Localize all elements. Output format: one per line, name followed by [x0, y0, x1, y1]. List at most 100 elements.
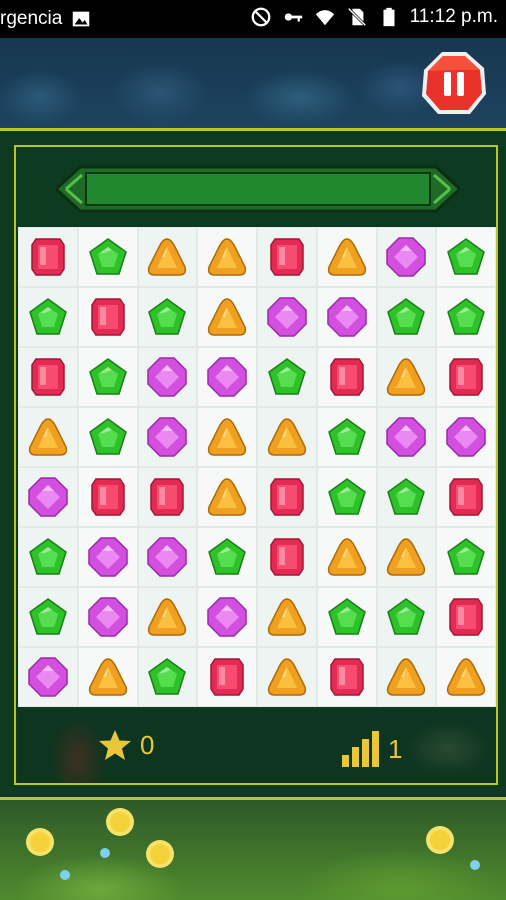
gem-cell[interactable] [18, 347, 78, 407]
gem-cell[interactable] [436, 227, 496, 287]
green-gem-icon [327, 598, 366, 635]
gem-cell[interactable] [436, 407, 496, 467]
gem-cell[interactable] [137, 407, 198, 467]
gem-cell[interactable] [197, 227, 257, 287]
gem-cell[interactable] [77, 287, 138, 347]
purple-gem-icon [147, 417, 188, 457]
gem-cell[interactable] [197, 467, 257, 527]
gem-cell[interactable] [77, 407, 138, 467]
gem-cell[interactable] [18, 287, 78, 347]
gem-cell[interactable] [197, 647, 257, 707]
green-gem-icon [88, 238, 127, 275]
gem-cell[interactable] [316, 467, 377, 527]
battery-icon [383, 7, 395, 27]
gem-cell[interactable] [77, 527, 138, 587]
status-left: rgencia [0, 8, 92, 30]
gem-cell[interactable] [197, 347, 257, 407]
gem-cell[interactable] [77, 227, 138, 287]
gem-cell[interactable] [376, 587, 437, 647]
gem-cell[interactable] [257, 587, 317, 647]
gem-cell[interactable] [376, 227, 437, 287]
red-gem-icon [449, 598, 483, 636]
gem-cell[interactable] [18, 527, 78, 587]
gem-cell[interactable] [376, 407, 437, 467]
gem-cell[interactable] [77, 587, 138, 647]
gem-cell[interactable] [316, 347, 377, 407]
gem-cell[interactable] [436, 287, 496, 347]
gem-cell[interactable] [436, 347, 496, 407]
gem-cell[interactable] [257, 647, 317, 707]
gem-cell[interactable] [376, 527, 437, 587]
gem-cell[interactable] [77, 347, 138, 407]
purple-gem-icon [326, 297, 367, 337]
green-gem-icon [327, 418, 366, 455]
gem-cell[interactable] [257, 227, 317, 287]
gem-cell[interactable] [436, 527, 496, 587]
orange-gem-icon [387, 658, 426, 696]
gem-cell[interactable] [77, 647, 138, 707]
gem-cell[interactable] [137, 347, 198, 407]
red-gem-icon [329, 658, 364, 696]
gem-cell[interactable] [316, 647, 377, 707]
green-gem-icon [447, 298, 486, 335]
inner-frame: 0 1 [14, 145, 498, 785]
gem-cell[interactable] [436, 647, 496, 707]
red-gem-icon [270, 538, 304, 576]
pause-button[interactable] [420, 50, 488, 118]
gem-cell[interactable] [316, 587, 377, 647]
gem-cell[interactable] [376, 647, 437, 707]
gem-cell[interactable] [257, 527, 317, 587]
gem-cell[interactable] [137, 647, 198, 707]
gem-cell[interactable] [316, 407, 377, 467]
gem-cell[interactable] [257, 407, 317, 467]
gem-cell[interactable] [257, 467, 317, 527]
gem-cell[interactable] [197, 407, 257, 467]
gem-cell[interactable] [18, 467, 78, 527]
gem-cell[interactable] [197, 587, 257, 647]
flower-decoration [430, 830, 450, 850]
purple-gem-icon [207, 357, 247, 397]
orange-gem-icon [208, 238, 247, 276]
gem-cell[interactable] [316, 527, 377, 587]
gem-cell[interactable] [316, 227, 377, 287]
green-gem-icon [447, 238, 486, 275]
gem-cell[interactable] [137, 467, 198, 527]
gem-cell[interactable] [257, 287, 317, 347]
gem-cell[interactable] [137, 587, 198, 647]
orange-gem-icon [208, 418, 247, 456]
orange-gem-icon [267, 658, 306, 696]
green-gem-icon [387, 598, 426, 635]
gem-cell[interactable] [18, 647, 78, 707]
gem-cell[interactable] [137, 527, 198, 587]
gem-cell[interactable] [436, 587, 496, 647]
flower-decoration [150, 844, 170, 864]
orange-gem-icon [387, 358, 426, 396]
gem-cell[interactable] [376, 467, 437, 527]
gem-cell[interactable] [77, 467, 138, 527]
gem-cell[interactable] [18, 407, 78, 467]
gem-cell[interactable] [376, 287, 437, 347]
gem-cell[interactable] [137, 287, 198, 347]
red-gem-icon [210, 658, 244, 696]
flower-decoration [110, 812, 130, 832]
gem-cell[interactable] [137, 227, 198, 287]
gem-cell[interactable] [18, 227, 78, 287]
gem-cell[interactable] [197, 527, 257, 587]
orange-gem-icon [28, 418, 67, 456]
gem-cell[interactable] [316, 287, 377, 347]
gem-cell[interactable] [197, 287, 257, 347]
gem-cell[interactable] [436, 467, 496, 527]
orange-gem-icon [208, 478, 247, 516]
gem-cell[interactable] [18, 587, 78, 647]
red-gem-icon [31, 358, 65, 396]
purple-gem-icon [28, 657, 68, 697]
gem-cell[interactable] [257, 347, 317, 407]
red-gem-icon [449, 478, 483, 516]
red-gem-icon [449, 358, 483, 396]
red-gem-icon [90, 478, 125, 516]
purple-gem-icon [147, 537, 188, 577]
green-gem-icon [28, 538, 67, 575]
level-group: 1 [340, 729, 402, 769]
gem-cell[interactable] [376, 347, 437, 407]
flower-decoration [30, 832, 50, 852]
